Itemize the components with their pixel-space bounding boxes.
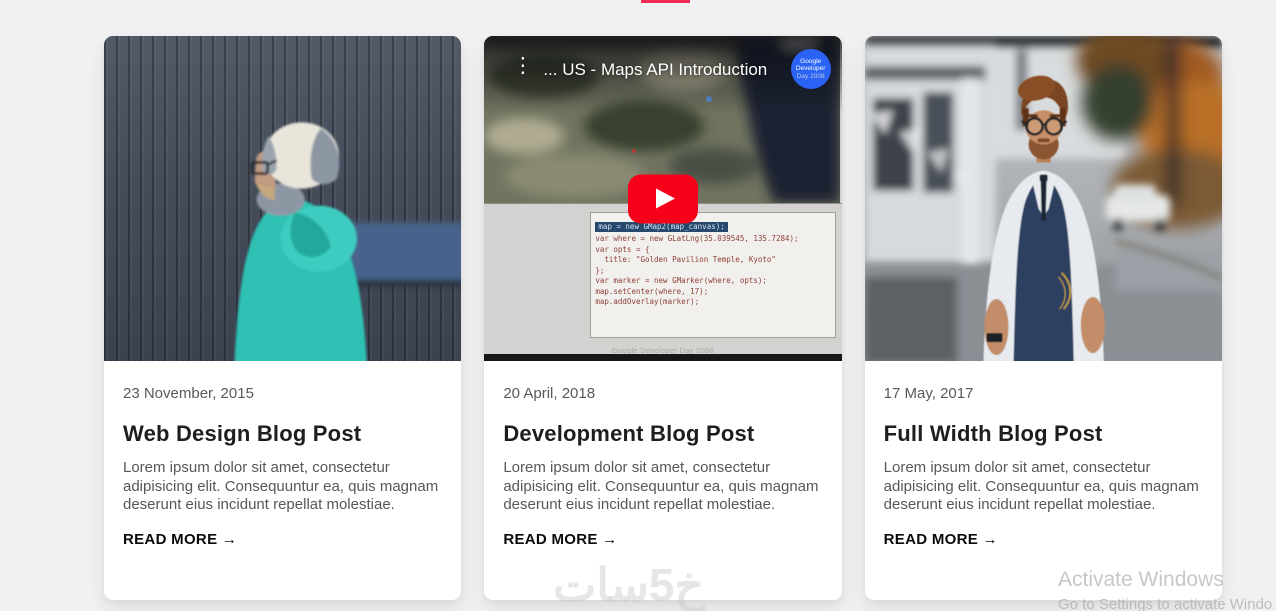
avatar-text: Day 2008 [796,72,825,80]
post-thumbnail-photo[interactable] [104,36,462,361]
post-excerpt: Lorem ipsum dolor sit amet, consectetur … [123,459,439,514]
activate-windows-watermark: Activate Windows Go to Settings to activ… [1058,568,1272,611]
blog-cards-row: 23 November, 2015 Web Design Blog Post L… [104,36,1222,600]
avatar-text: Developer [795,65,826,73]
activate-windows-subtitle: Go to Settings to activate Windo [1058,596,1273,611]
read-more-link[interactable]: READ MORE → [123,531,237,548]
code-line: var where = new GLatLng(35.039545, 135.7… [595,234,799,243]
khamsat-watermark: خ5سات [553,559,705,611]
post-body: 17 May, 2017 Full Width Blog Post Lorem … [865,361,1222,549]
post-title: Web Design Blog Post [123,421,362,446]
code-line: map.setCenter(where, 17); [595,286,709,296]
section-title-underline [641,0,690,3]
post-excerpt: Lorem ipsum dolor sit amet, consectetur … [883,459,1199,514]
avatar-text: Google [800,57,822,65]
post-date: 20 April, 2018 [503,385,596,402]
woman-photo-illustration [234,122,462,361]
youtube-video-embed[interactable]: map = new GMap2(map_canvas); var where =… [484,36,842,361]
post-thumbnail-photo[interactable] [864,36,1222,361]
channel-avatar[interactable]: Google Developer Day 2008 [790,49,831,89]
post-date: 17 May, 2017 [883,385,974,402]
blog-card-full-width: 17 May, 2017 Full Width Blog Post Lorem … [864,36,1222,600]
code-line: var marker = new GMarker(where, opts); [595,276,767,285]
post-title: Full Width Blog Post [883,421,1103,446]
read-more-link[interactable]: READ MORE → [503,531,617,548]
video-title[interactable]: ... US - Maps API Introduction [543,60,767,80]
post-body: 23 November, 2015 Web Design Blog Post L… [104,361,461,549]
code-highlighted-line: map = new GMap2(map_canvas); [595,222,728,232]
blog-card-web-design: 23 November, 2015 Web Design Blog Post L… [104,36,462,600]
code-line: title: "Golden Pavilion Temple, Kyoto" [595,255,776,264]
post-excerpt: Lorem ipsum dolor sit amet, consectetur … [503,459,819,514]
video-slide-area: map = new GMap2(map_canvas); var where =… [484,203,842,361]
code-slide: map = new GMap2(map_canvas); var where =… [590,212,837,338]
activate-windows-title: Activate Windows [1058,568,1224,591]
blog-card-development: map = new GMap2(map_canvas); var where =… [484,36,842,600]
post-title: Development Blog Post [503,421,755,446]
read-more-link[interactable]: READ MORE → [884,531,998,548]
post-body: 20 April, 2018 Development Blog Post Lor… [484,361,841,549]
play-icon [655,188,675,209]
play-button[interactable] [627,174,698,224]
video-bottom-bar [484,354,842,361]
post-date: 23 November, 2015 [123,385,254,402]
man-photo-illustration [864,36,1222,361]
code-line: }; [595,265,605,275]
code-line: map.addOverlay(marker); [595,297,700,306]
video-menu-icon[interactable]: ⋮ [512,53,533,79]
code-line: var opts = { [595,244,650,254]
